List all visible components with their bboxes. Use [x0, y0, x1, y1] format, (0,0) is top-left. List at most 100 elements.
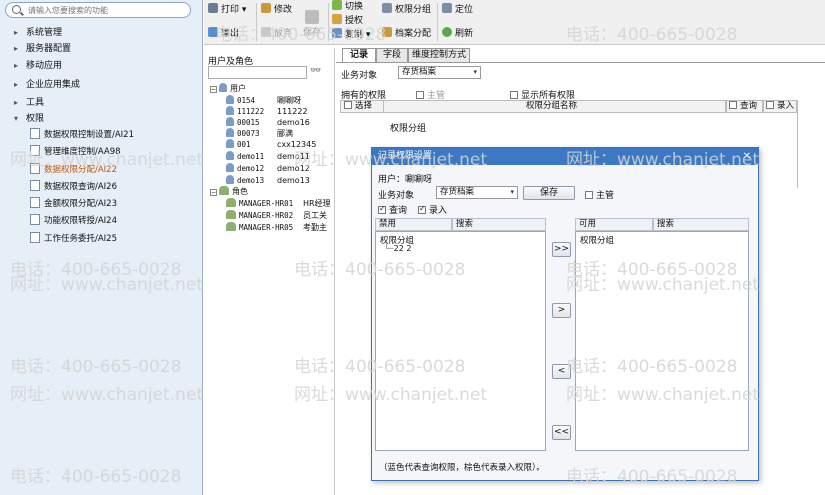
locate-button[interactable]: 定位	[442, 3, 473, 17]
checkbox-checked-icon[interactable]	[418, 204, 426, 214]
sub-item-dimension-control[interactable]: 管理维度控制/AA98	[30, 145, 121, 159]
table-row[interactable]: 权限分组	[390, 121, 426, 134]
toolbar-divider	[256, 3, 257, 41]
refresh-button[interactable]: 刷新	[442, 27, 473, 41]
role-code: MANAGER-HR02	[239, 211, 294, 220]
auth-group-button[interactable]: 权限分组	[382, 3, 431, 17]
tab-record[interactable]: 记录	[342, 48, 376, 62]
available-list[interactable]: 权限分组	[575, 231, 749, 451]
user-icon	[226, 117, 234, 126]
user-node[interactable]: 111222 111222	[226, 106, 308, 117]
save-label: 保存	[303, 28, 322, 38]
checkbox-icon[interactable]	[766, 101, 774, 109]
grid-entry-header[interactable]: 录入	[763, 100, 797, 113]
checkbox-icon[interactable]	[510, 91, 518, 99]
forbidden-list[interactable]: 权限分组 └─22 2	[375, 231, 546, 451]
user-node[interactable]: 00015 demo16	[226, 117, 310, 128]
sub-item-function-permission-transfer[interactable]: 功能权限转授/AI24	[30, 214, 117, 228]
output-button[interactable]: 输出	[208, 27, 239, 41]
sub-item-label: 管理维度控制/AA98	[44, 147, 121, 157]
role-node[interactable]: MANAGER-HR01 HR经理	[226, 198, 331, 209]
nav-item-mobile-apps[interactable]: ▸ 移动应用	[14, 58, 62, 72]
nav-label: 企业应用集成	[26, 80, 81, 90]
checkbox-icon[interactable]	[344, 101, 352, 109]
sub-item-data-permission-assign[interactable]: 数据权限分配/AI22	[30, 163, 117, 177]
copy-button[interactable]: 复制 ▾	[332, 28, 370, 42]
tab-field[interactable]: 字段	[376, 48, 408, 62]
users-root-node[interactable]: − 用户	[210, 83, 246, 94]
roles-root-node[interactable]: − 角色	[210, 186, 248, 197]
abandon-button[interactable]: 放弃	[261, 27, 292, 41]
close-icon[interactable]: ✕	[743, 148, 751, 165]
sub-item-task-delegation[interactable]: 工作任务委托/AI25	[30, 232, 117, 246]
role-name: HR经理	[303, 199, 331, 208]
move-all-right-button[interactable]: >>	[552, 242, 571, 257]
user-node[interactable]: 001 cxx12345	[226, 139, 316, 150]
dialog-query-checkbox[interactable]: 查询	[378, 203, 407, 216]
role-node[interactable]: MANAGER-HR02 员工关	[226, 210, 327, 221]
tab-underline	[336, 62, 825, 63]
tab-dimension-control[interactable]: 维度控制方式	[408, 48, 470, 62]
user-node[interactable]: demo11 demo11	[226, 151, 310, 162]
nav-label: 移动应用	[26, 61, 63, 71]
key-icon	[332, 14, 342, 24]
user-icon	[226, 106, 234, 115]
archive-assign-label: 档案分配	[395, 29, 432, 39]
archive-assign-button[interactable]: 档案分配	[382, 27, 431, 41]
grant-button[interactable]: 授权	[332, 14, 363, 28]
user-node[interactable]: 00073 郦满	[226, 128, 293, 139]
user-name: demo11	[277, 152, 310, 161]
nav-item-tools[interactable]: ▸ 工具	[14, 95, 44, 109]
move-right-button[interactable]: >	[552, 303, 571, 318]
switch-label: 切换	[345, 2, 364, 12]
switch-icon	[332, 0, 342, 10]
user-filter-input[interactable]	[208, 66, 307, 79]
document-icon	[30, 128, 40, 139]
collapse-icon[interactable]: −	[210, 86, 217, 93]
user-icon	[226, 128, 234, 137]
user-code: 00015	[237, 118, 260, 127]
move-left-button[interactable]: <	[552, 364, 571, 379]
checkbox-icon[interactable]	[416, 91, 424, 99]
grid-select-header[interactable]: 选择	[344, 101, 372, 112]
forbidden-child-node[interactable]: └─22 2	[384, 244, 411, 253]
dialog-entry-checkbox[interactable]: 录入	[418, 203, 447, 216]
sub-item-data-permission-query[interactable]: 数据权限查询/AI26	[30, 180, 117, 194]
nav-item-server-config[interactable]: ▸ 服务器配置	[14, 41, 71, 55]
grid-icon	[382, 3, 392, 13]
dialog-save-button[interactable]: 保存	[523, 186, 575, 200]
role-node[interactable]: MANAGER-HR05 考勤主	[226, 222, 327, 233]
forbidden-search-header[interactable]: 搜索	[452, 218, 546, 231]
print-button[interactable]: 打印 ▾	[208, 3, 246, 17]
binoculars-icon[interactable]: 👓	[310, 66, 321, 76]
sub-item-data-permission-control[interactable]: 数据权限控制设置/AI21	[30, 128, 134, 142]
collapse-icon[interactable]: −	[210, 189, 217, 196]
checkbox-icon[interactable]	[585, 191, 593, 199]
toolbar-divider	[328, 3, 329, 41]
available-search-header[interactable]: 搜索	[653, 218, 749, 231]
modify-label: 修改	[274, 5, 293, 15]
switch-button[interactable]: 切换	[332, 0, 363, 14]
user-node[interactable]: demo13 demo13	[226, 175, 310, 186]
grid-query-header[interactable]: 查询	[726, 100, 763, 113]
checkbox-icon[interactable]	[729, 101, 737, 109]
function-search-input[interactable]	[28, 4, 188, 16]
nav-label: 权限	[26, 114, 45, 124]
sub-item-amount-permission-assign[interactable]: 金额权限分配/AI23	[30, 197, 117, 211]
dialog-biz-object-select[interactable]: 存货档案 ▾	[436, 186, 518, 199]
function-search[interactable]	[5, 2, 191, 18]
dialog-supervisor-label: 主管	[596, 191, 615, 201]
user-node[interactable]: 0154 唰唰呀	[226, 95, 301, 106]
dialog-supervisor-checkbox[interactable]: 主管	[585, 188, 614, 201]
nav-item-enterprise-integration[interactable]: ▸ 企业应用集成	[14, 77, 80, 91]
user-node[interactable]: demo12 demo12	[226, 163, 310, 174]
nav-item-permissions[interactable]: ▾ 权限	[14, 111, 44, 125]
move-all-left-button[interactable]: <<	[552, 425, 571, 440]
search-icon	[12, 5, 21, 14]
save-button[interactable]: 保存	[303, 10, 321, 40]
nav-item-system-management[interactable]: ▸ 系统管理	[14, 25, 62, 39]
available-root-node[interactable]: 权限分组	[580, 234, 614, 246]
checkbox-checked-icon[interactable]	[378, 204, 386, 214]
modify-button[interactable]: 修改	[261, 3, 292, 17]
biz-object-select[interactable]: 存货档案 ▾	[398, 66, 481, 79]
